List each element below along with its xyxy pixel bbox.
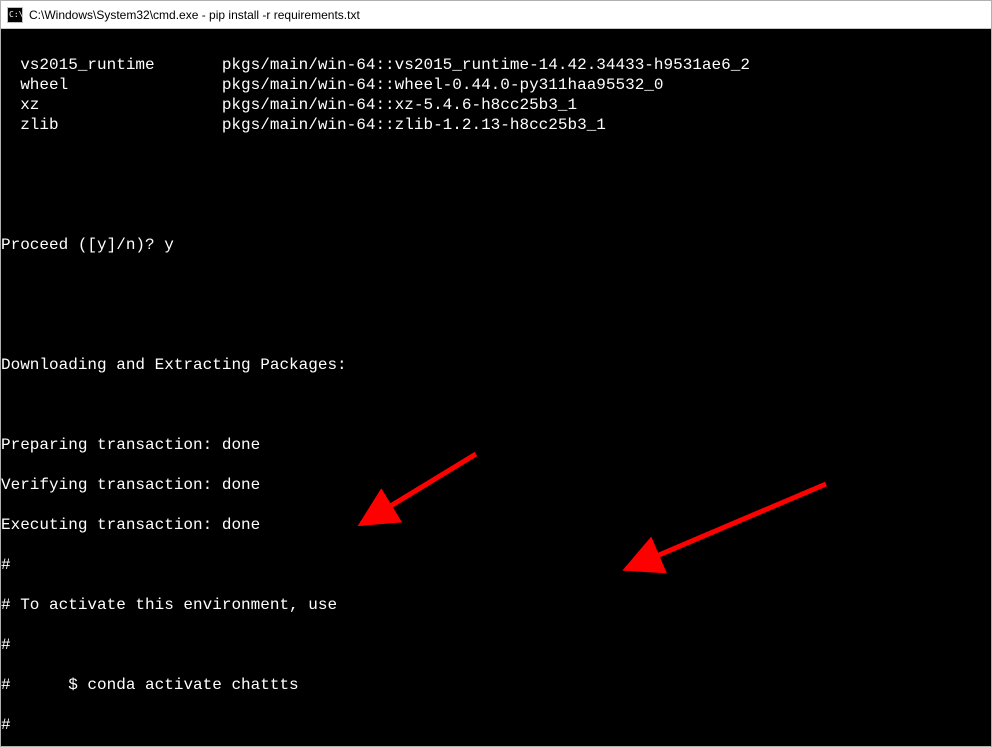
tx-verify: Verifying transaction: done (1, 475, 991, 495)
cmd-window: C:\ C:\Windows\System32\cmd.exe - pip in… (0, 0, 992, 747)
hash-line: # (1, 555, 991, 575)
terminal-output[interactable]: vs2015_runtimepkgs/main/win-64::vs2015_r… (1, 29, 991, 746)
package-name: vs2015_runtime (20, 55, 222, 75)
package-spec: pkgs/main/win-64::xz-5.4.6-h8cc25b3_1 (222, 96, 577, 114)
download-header: Downloading and Extracting Packages: (1, 355, 991, 375)
package-row: vs2015_runtimepkgs/main/win-64::vs2015_r… (1, 55, 991, 75)
package-name: wheel (20, 75, 222, 95)
package-spec: pkgs/main/win-64::wheel-0.44.0-py311haa9… (222, 76, 664, 94)
tx-exec: Executing transaction: done (1, 515, 991, 535)
window-title: C:\Windows\System32\cmd.exe - pip instal… (29, 8, 360, 22)
window-titlebar[interactable]: C:\ C:\Windows\System32\cmd.exe - pip in… (1, 1, 991, 29)
package-name: xz (20, 95, 222, 115)
hash-line: # (1, 715, 991, 735)
package-row: wheelpkgs/main/win-64::wheel-0.44.0-py31… (1, 75, 991, 95)
activate-cmd: #$ conda activate chattts (1, 675, 991, 695)
tx-prep: Preparing transaction: done (1, 435, 991, 455)
package-row: xzpkgs/main/win-64::xz-5.4.6-h8cc25b3_1 (1, 95, 991, 115)
svg-text:C:\: C:\ (9, 10, 23, 19)
cmd-icon: C:\ (7, 7, 23, 23)
package-spec: pkgs/main/win-64::zlib-1.2.13-h8cc25b3_1 (222, 116, 606, 134)
proceed-prompt: Proceed ([y]/n)? y (1, 235, 991, 255)
package-row: zlibpkgs/main/win-64::zlib-1.2.13-h8cc25… (1, 115, 991, 135)
package-spec: pkgs/main/win-64::vs2015_runtime-14.42.3… (222, 56, 750, 74)
activate-hint-1: # To activate this environment, use (1, 595, 991, 615)
hash-line: # (1, 635, 991, 655)
package-name: zlib (20, 115, 222, 135)
